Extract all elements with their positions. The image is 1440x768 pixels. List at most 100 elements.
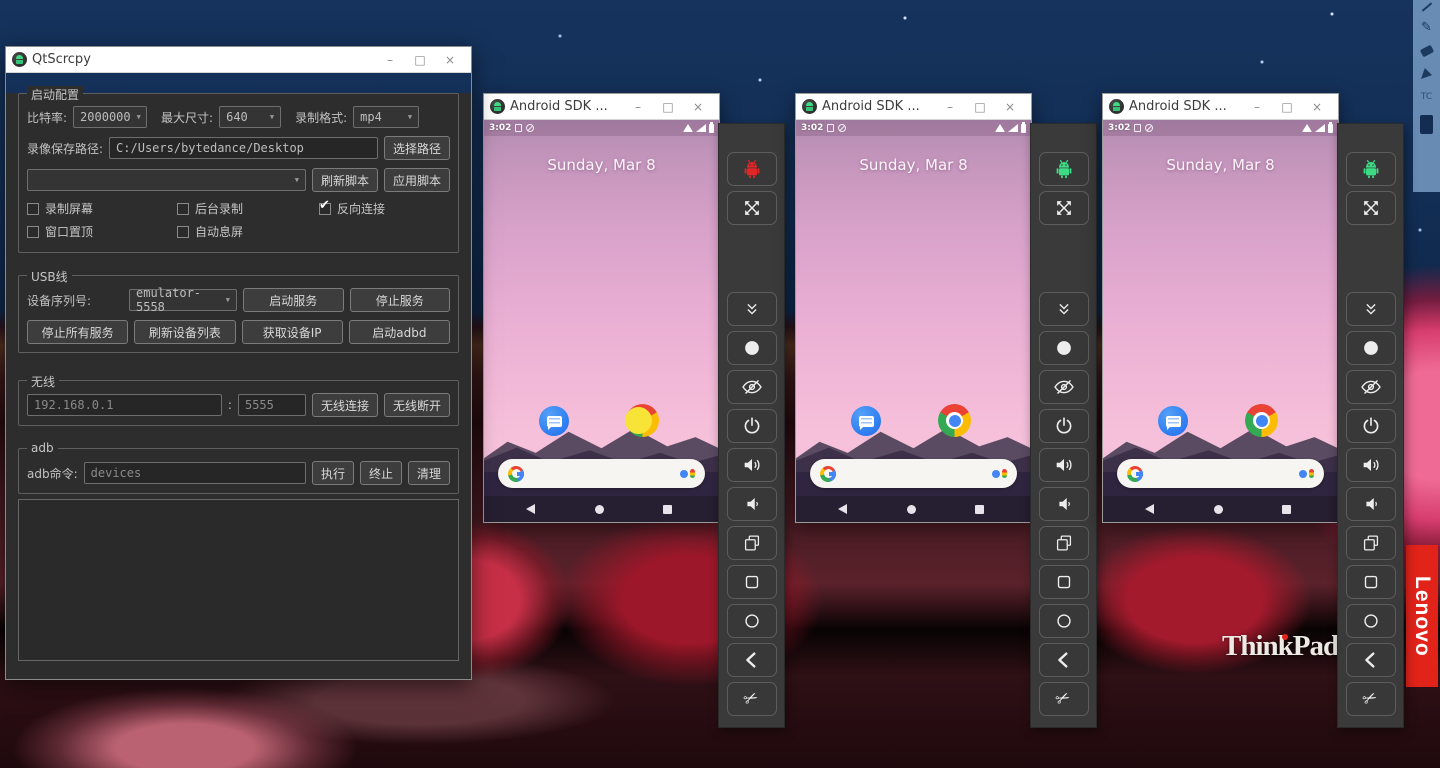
qtscrcpy-titlebar[interactable]: QtScrcpy – □ × [6, 47, 471, 73]
menu-button[interactable] [1039, 565, 1089, 599]
minimize-button[interactable]: – [623, 95, 653, 119]
volume-down-button[interactable] [727, 487, 777, 521]
record-button[interactable] [727, 331, 777, 365]
device-titlebar[interactable]: Android SDK ... – □ × [484, 94, 719, 120]
app-switch-button[interactable] [727, 526, 777, 560]
minimize-button[interactable]: – [935, 95, 965, 119]
assistant-dot-icon[interactable] [992, 470, 1000, 478]
screen-off-button[interactable] [1039, 370, 1089, 404]
volume-up-button[interactable] [1346, 448, 1396, 482]
close-button[interactable]: × [683, 95, 713, 119]
expand-notifications-button[interactable] [1346, 292, 1396, 326]
assistant-dot-icon[interactable] [680, 470, 688, 478]
app-switch-button[interactable] [1346, 526, 1396, 560]
android-screen[interactable]: Sunday, Mar 8 3:02 [1103, 120, 1338, 522]
device-titlebar[interactable]: Android SDK ... – □ × [796, 94, 1031, 120]
minimize-button[interactable]: – [375, 48, 405, 72]
wireless-port-input[interactable]: 5555 [238, 394, 306, 416]
menu-button[interactable] [727, 565, 777, 599]
maximize-button[interactable]: □ [405, 48, 435, 72]
apply-script-button[interactable]: 应用脚本 [384, 168, 450, 192]
stop-service-button[interactable]: 停止服务 [350, 288, 451, 312]
cursor-icon[interactable] [1421, 2, 1431, 11]
eraser-icon[interactable] [1419, 45, 1433, 58]
expand-notifications-button[interactable] [727, 292, 777, 326]
android-home-button[interactable] [907, 505, 916, 514]
mic-icon[interactable] [1002, 469, 1007, 478]
power-button[interactable] [1039, 409, 1089, 443]
messages-app-icon[interactable] [539, 406, 569, 436]
screen-off-button[interactable] [1346, 370, 1396, 404]
screenshot-button[interactable]: ✂ [1039, 682, 1089, 716]
android-home-button[interactable] [1214, 505, 1223, 514]
stop-all-services-button[interactable]: 停止所有服务 [27, 320, 128, 344]
android-screen[interactable]: Sunday, Mar 8 3:02 [484, 120, 719, 522]
adb-output-console[interactable] [18, 499, 459, 661]
wireless-ip-input[interactable]: 192.168.0.1 [27, 394, 222, 416]
wireless-disconnect-button[interactable]: 无线断开 [384, 393, 450, 417]
maximize-button[interactable]: □ [1272, 95, 1302, 119]
fullscreen-button[interactable] [1039, 191, 1089, 225]
bitrate-select[interactable]: 2000000 ▼ [73, 106, 147, 128]
choose-path-button[interactable]: 选择路径 [384, 136, 450, 160]
refresh-script-button[interactable]: 刷新脚本 [312, 168, 378, 192]
close-button[interactable]: × [995, 95, 1025, 119]
color-swatch-icon[interactable] [1420, 115, 1433, 134]
android-screen[interactable]: Sunday, Mar 8 3:02 [796, 120, 1031, 522]
format-select[interactable]: mp4 ▼ [353, 106, 419, 128]
mic-icon[interactable] [690, 469, 695, 478]
record-button[interactable] [1346, 331, 1396, 365]
device-titlebar[interactable]: Android SDK ... – □ × [1103, 94, 1338, 120]
maximize-button[interactable]: □ [965, 95, 995, 119]
adb-execute-button[interactable]: 执行 [312, 461, 354, 485]
text-tool-icon[interactable]: TC [1421, 92, 1432, 102]
back-button[interactable] [1039, 643, 1089, 677]
start-adbd-button[interactable]: 启动adbd [349, 320, 450, 344]
wireless-connect-button[interactable]: 无线连接 [312, 393, 378, 417]
google-search-bar[interactable] [810, 459, 1017, 488]
pencil-icon[interactable]: ✎ [1421, 21, 1432, 34]
serial-select[interactable]: emulator-5558 ▼ [129, 289, 237, 311]
minimize-button[interactable]: – [1242, 95, 1272, 119]
screenshot-button[interactable]: ✂ [727, 682, 777, 716]
adb-cmd-input[interactable]: devices [84, 462, 306, 484]
app-switch-button[interactable] [1039, 526, 1089, 560]
checkbox-background-record[interactable]: 后台录制 [177, 200, 319, 217]
assistant-dot-icon[interactable] [1299, 470, 1307, 478]
volume-down-button[interactable] [1346, 487, 1396, 521]
android-recents-button[interactable] [1282, 505, 1291, 514]
fullscreen-button[interactable] [727, 191, 777, 225]
menu-button[interactable] [1346, 565, 1396, 599]
messages-app-icon[interactable] [851, 406, 881, 436]
group-control-button[interactable] [1039, 152, 1089, 186]
android-recents-button[interactable] [975, 505, 984, 514]
close-button[interactable]: × [435, 48, 465, 72]
fullscreen-button[interactable] [1346, 191, 1396, 225]
android-back-button[interactable] [838, 504, 847, 514]
group-control-button[interactable] [727, 152, 777, 186]
checkbox-reverse-connect[interactable]: ✔ 反向连接 [319, 200, 385, 217]
checkbox-window-on-top[interactable]: 窗口置顶 [27, 223, 177, 240]
messages-app-icon[interactable] [1158, 406, 1188, 436]
volume-up-button[interactable] [727, 448, 777, 482]
chrome-icon[interactable] [626, 404, 659, 437]
adb-terminate-button[interactable]: 终止 [360, 461, 402, 485]
chrome-icon[interactable] [1245, 404, 1278, 437]
volume-down-button[interactable] [1039, 487, 1089, 521]
group-control-button[interactable] [1346, 152, 1396, 186]
screenshot-button[interactable]: ✂ [1346, 682, 1396, 716]
marker-icon[interactable] [1421, 68, 1432, 79]
android-back-button[interactable] [1145, 504, 1154, 514]
annotation-toolbar[interactable]: ✎ TC [1413, 0, 1440, 192]
record-button[interactable] [1039, 331, 1089, 365]
google-search-bar[interactable] [498, 459, 705, 488]
back-button[interactable] [1346, 643, 1396, 677]
android-back-button[interactable] [526, 504, 535, 514]
adb-clear-button[interactable]: 清理 [408, 461, 450, 485]
maximize-button[interactable]: □ [653, 95, 683, 119]
refresh-device-list-button[interactable]: 刷新设备列表 [134, 320, 235, 344]
checkbox-auto-screen-off[interactable]: 自动息屏 [177, 223, 243, 240]
script-select[interactable]: ▼ [27, 169, 306, 191]
power-button[interactable] [727, 409, 777, 443]
chrome-icon[interactable] [938, 404, 971, 437]
